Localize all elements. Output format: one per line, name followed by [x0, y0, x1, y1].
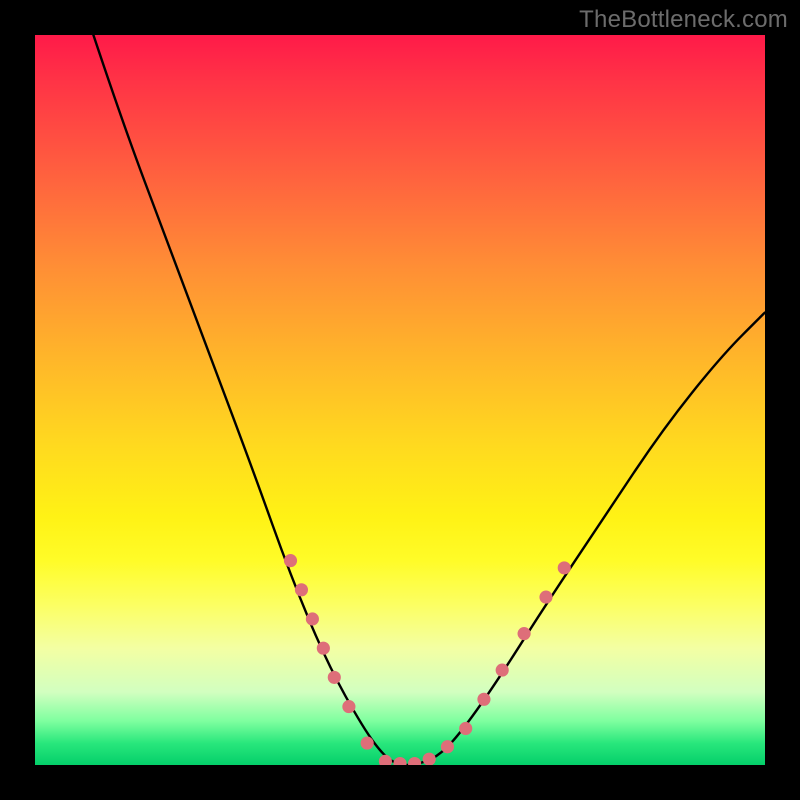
curve-marker	[496, 664, 509, 677]
bottleneck-curve	[93, 35, 765, 765]
curve-marker	[342, 700, 355, 713]
curve-marker	[558, 561, 571, 574]
watermark-text: TheBottleneck.com	[579, 6, 788, 34]
curve-marker	[423, 753, 436, 765]
chart-frame: TheBottleneck.com	[0, 0, 800, 800]
curve-marker	[393, 757, 406, 765]
curve-marker	[518, 627, 531, 640]
curve-marker	[379, 755, 392, 765]
curve-marker	[361, 737, 374, 750]
curve-marker	[477, 693, 490, 706]
curve-marker	[459, 722, 472, 735]
curve-marker	[328, 671, 341, 684]
curve-marker	[306, 612, 319, 625]
curve-marker	[408, 757, 421, 765]
chart-svg	[35, 35, 765, 765]
curve-marker	[539, 591, 552, 604]
curve-marker	[284, 554, 297, 567]
curve-marker	[317, 642, 330, 655]
curve-marker	[295, 583, 308, 596]
plot-area	[35, 35, 765, 765]
curve-marker	[441, 740, 454, 753]
